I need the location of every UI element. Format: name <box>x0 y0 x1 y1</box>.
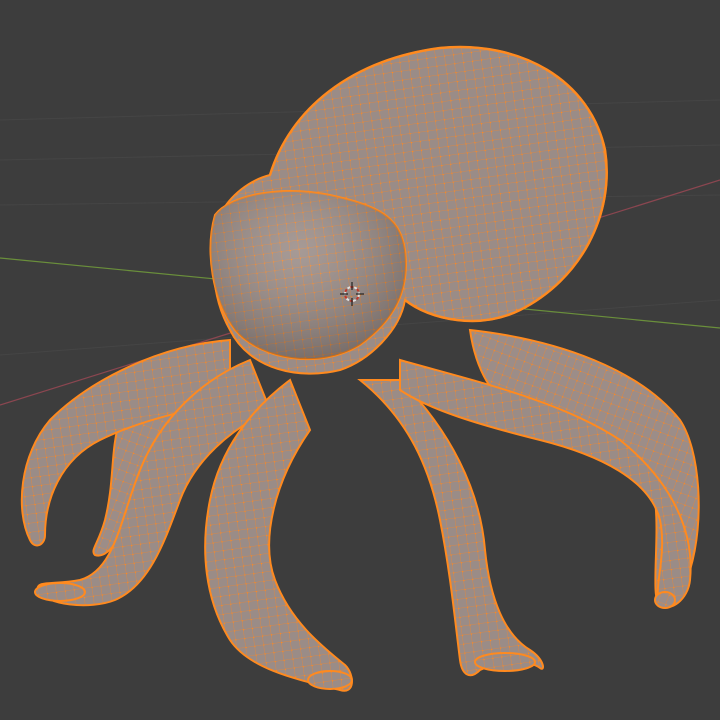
tentacle-tip <box>474 652 536 672</box>
tentacle-tip <box>654 591 676 609</box>
tentacle-tip <box>307 670 353 690</box>
viewport-canvas[interactable] <box>0 0 720 720</box>
3d-viewport[interactable] <box>0 0 720 720</box>
octopus-mesh[interactable] <box>20 45 700 692</box>
tentacle-tip <box>34 582 86 602</box>
